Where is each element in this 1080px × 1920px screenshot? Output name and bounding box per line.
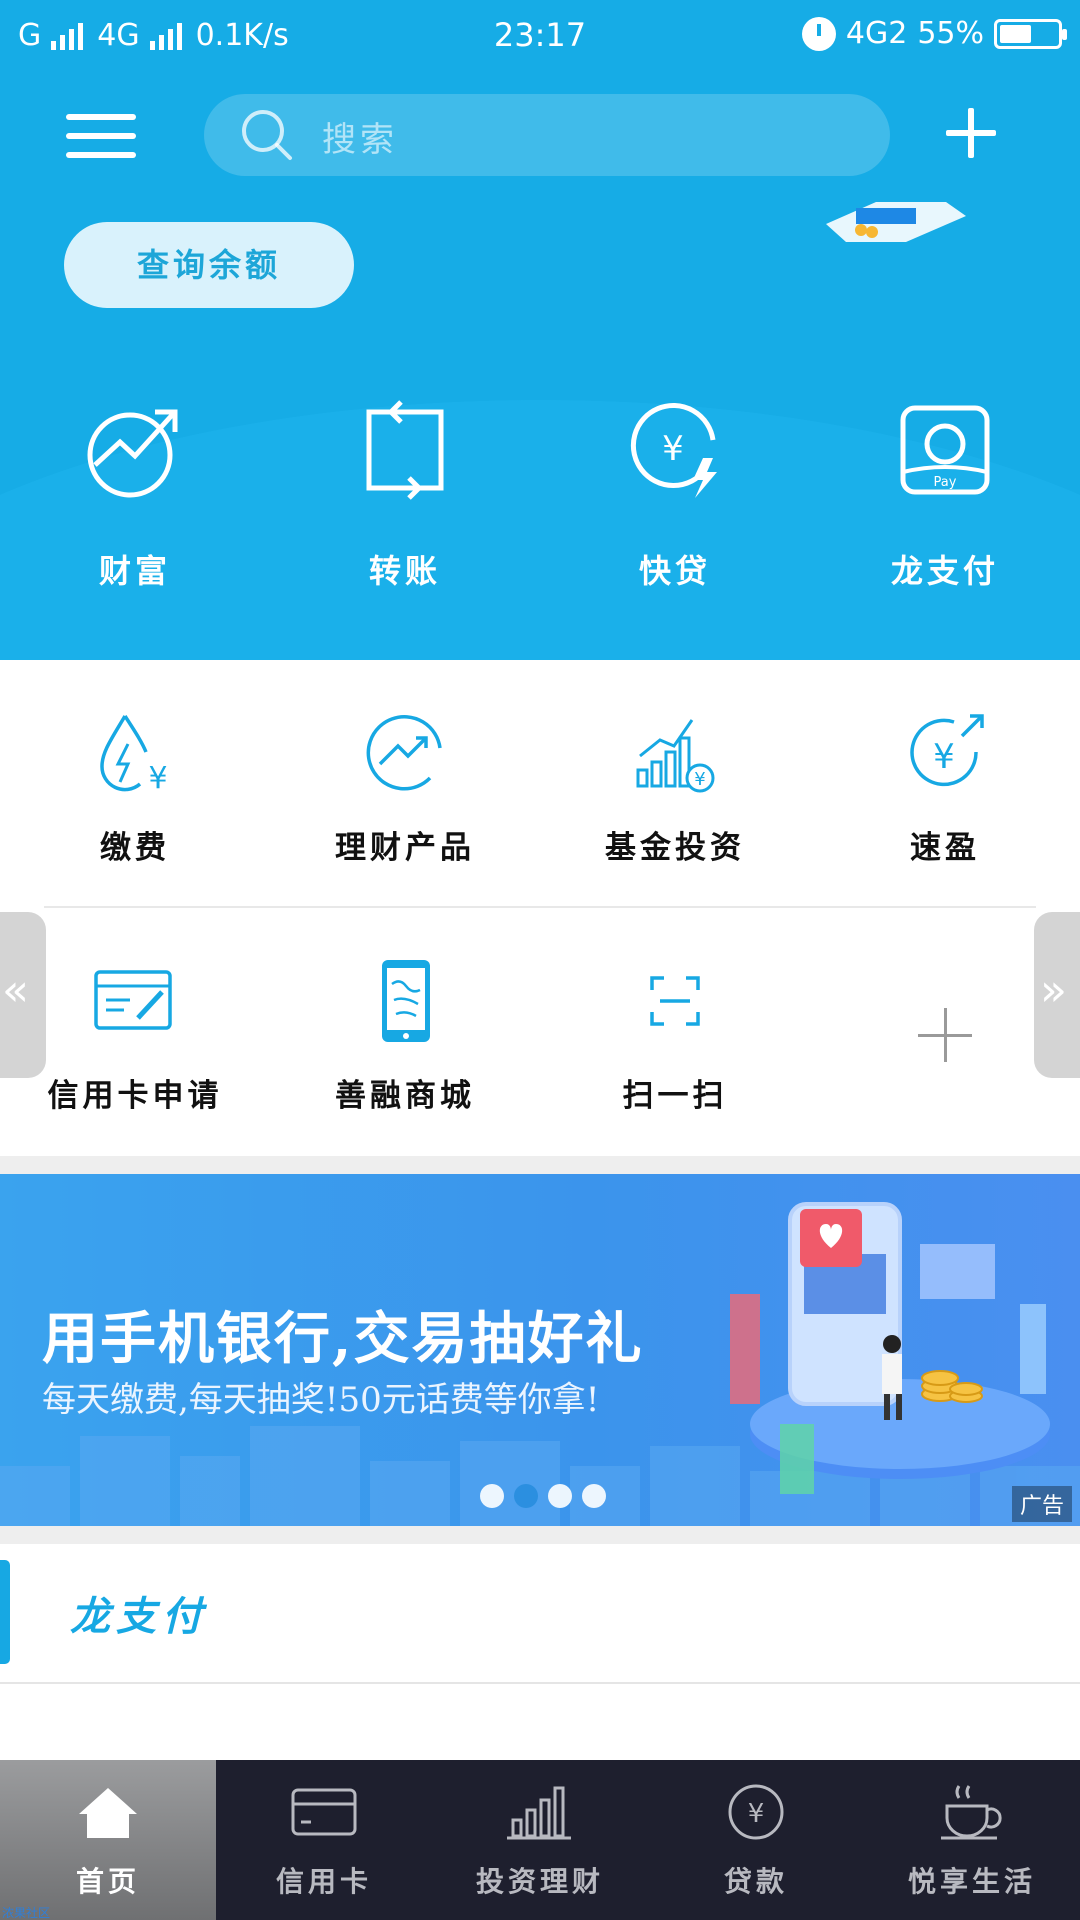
battery-icon bbox=[994, 18, 1067, 49]
grid-item-scan[interactable]: 扫一扫 bbox=[540, 956, 810, 1115]
add-shortcut-icon[interactable] bbox=[918, 1008, 972, 1062]
search-icon bbox=[242, 110, 292, 160]
top-func-quick-loan[interactable]: ¥ 快贷 bbox=[540, 400, 810, 592]
banner-subtitle: 每天缴费,每天抽奖!50元话费等你拿! bbox=[42, 1380, 600, 1420]
carousel-dot[interactable] bbox=[514, 1484, 538, 1508]
transfer-icon bbox=[366, 400, 444, 500]
home-icon bbox=[79, 1788, 137, 1838]
grid-label: 基金投资 bbox=[605, 830, 745, 866]
status-bar: G 4G 0.1K/s 23:17 4G2 55% bbox=[0, 0, 1080, 72]
tab-label: 首页 bbox=[75, 1865, 140, 1898]
svg-text:Pay: Pay bbox=[934, 475, 957, 490]
top-func-label: 财富 bbox=[98, 552, 171, 590]
top-func-wealth[interactable]: 财富 bbox=[0, 400, 270, 592]
svg-text:¥: ¥ bbox=[748, 1799, 765, 1829]
phone-mall-icon bbox=[382, 960, 430, 1042]
grid-item-wealth-products[interactable]: 理财产品 bbox=[270, 708, 540, 867]
section-marker bbox=[0, 1560, 10, 1664]
quick-loan-icon: ¥ bbox=[630, 403, 717, 498]
grid-item-credit-card-apply[interactable]: 信用卡申请 bbox=[0, 956, 270, 1115]
grid-label: 速盈 bbox=[910, 830, 980, 866]
alarm-icon bbox=[801, 16, 836, 51]
carousel-dot[interactable] bbox=[582, 1484, 606, 1508]
grid-label: 扫一扫 bbox=[622, 1078, 728, 1114]
top-func-label: 快贷 bbox=[638, 552, 711, 590]
tab-label: 投资理财 bbox=[475, 1865, 604, 1898]
tab-credit-card[interactable]: 信用卡 bbox=[216, 1760, 432, 1920]
battery-fill bbox=[1000, 24, 1031, 43]
scroll-right-button[interactable]: » bbox=[1034, 912, 1080, 1078]
section-title: 龙支付 bbox=[70, 1594, 208, 1640]
network2-label: 4G2 bbox=[845, 16, 908, 51]
search-bar[interactable]: 搜索 bbox=[204, 94, 890, 176]
bar-chart-yen-icon: ¥ bbox=[636, 719, 715, 793]
tab-label: 悦享生活 bbox=[907, 1865, 1036, 1898]
grid-label: 理财产品 bbox=[335, 830, 475, 866]
search-placeholder: 搜索 bbox=[322, 120, 398, 160]
tab-label: 贷款 bbox=[723, 1865, 788, 1898]
card-pen-icon bbox=[94, 970, 172, 1030]
banner-title: 用手机银行,交易抽好礼 bbox=[42, 1306, 644, 1372]
tab-lifestyle[interactable]: 悦享生活 bbox=[864, 1760, 1080, 1920]
coffee-cup-icon bbox=[941, 1785, 1002, 1840]
bottom-tab-bar: 首页 信用卡 投资理财 ¥ 贷款 悦享生活 bbox=[0, 1760, 1080, 1920]
scan-icon bbox=[650, 976, 700, 1026]
top-func-long-pay[interactable]: Pay 龙支付 bbox=[810, 400, 1080, 592]
tab-invest[interactable]: 投资理财 bbox=[432, 1760, 648, 1920]
growth-arrow-icon bbox=[87, 409, 178, 498]
grid-item-payment[interactable]: ¥ 缴费 bbox=[0, 708, 270, 867]
grid-divider bbox=[44, 906, 1036, 908]
watermark-text: 浓果社区 bbox=[2, 1906, 51, 1920]
check-balance-button[interactable]: 查询余额 bbox=[64, 222, 354, 308]
grid-item-mall[interactable]: 善融商城 bbox=[270, 956, 540, 1115]
top-func-label: 龙支付 bbox=[890, 552, 999, 590]
tab-loan[interactable]: ¥ 贷款 bbox=[648, 1760, 864, 1920]
long-pay-section[interactable]: 龙支付 bbox=[0, 1544, 1080, 1684]
promo-banner[interactable]: 用手机银行,交易抽好礼 每天缴费,每天抽奖!50元话费等你拿! 广告 bbox=[0, 1174, 1080, 1526]
svg-text:¥: ¥ bbox=[694, 769, 705, 790]
trend-circle-icon bbox=[366, 715, 442, 791]
grid-item-quick-profit[interactable]: ¥ 速盈 bbox=[810, 708, 1080, 867]
grid-label: 信用卡申请 bbox=[47, 1078, 223, 1114]
svg-text:¥: ¥ bbox=[148, 761, 167, 796]
credit-card-icon bbox=[291, 1788, 357, 1836]
svg-text:¥: ¥ bbox=[933, 737, 955, 777]
tab-label: 信用卡 bbox=[275, 1865, 372, 1898]
top-func-label: 转账 bbox=[368, 552, 441, 590]
carousel-dot[interactable] bbox=[548, 1484, 572, 1508]
water-drop-yen-icon: ¥ bbox=[100, 715, 168, 796]
svg-text:¥: ¥ bbox=[662, 429, 684, 469]
add-icon[interactable] bbox=[946, 108, 996, 158]
carousel-dots[interactable] bbox=[480, 1484, 606, 1508]
section-gap bbox=[0, 1526, 1080, 1544]
grid-label: 善融商城 bbox=[335, 1078, 475, 1114]
ad-badge: 广告 bbox=[1011, 1486, 1072, 1522]
tab-home[interactable]: 首页 bbox=[0, 1760, 216, 1920]
yen-coin-icon: ¥ bbox=[728, 1784, 784, 1840]
carousel-dot[interactable] bbox=[480, 1484, 504, 1508]
top-func-transfer[interactable]: 转账 bbox=[270, 400, 540, 592]
menu-icon[interactable] bbox=[66, 112, 138, 162]
grid-label: 缴费 bbox=[100, 830, 170, 866]
bar-chart-icon bbox=[507, 1786, 571, 1840]
promo-illustration bbox=[826, 202, 966, 242]
header-panel: G 4G 0.1K/s 23:17 4G2 55% 搜索 查询余额 财富 转账 … bbox=[0, 0, 1080, 660]
battery-percent: 55% bbox=[917, 16, 984, 51]
chevron-right-icon: » bbox=[1040, 965, 1067, 1016]
phone-shopping-illustration bbox=[730, 1202, 1050, 1494]
section-gap bbox=[0, 1156, 1080, 1174]
status-right: 4G2 55% bbox=[801, 16, 1067, 51]
grid-item-fund-invest[interactable]: ¥ 基金投资 bbox=[540, 708, 810, 867]
yen-circle-arrow-icon: ¥ bbox=[910, 714, 984, 787]
pay-icon: Pay bbox=[900, 405, 990, 495]
